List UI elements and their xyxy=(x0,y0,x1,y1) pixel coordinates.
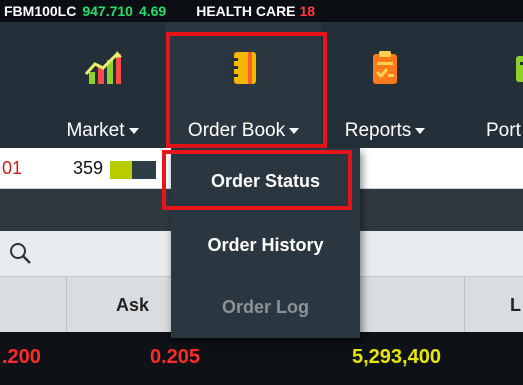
cell-ask: 0.205 xyxy=(150,346,201,368)
row-left-value: 01 xyxy=(2,158,23,178)
chevron-down-icon xyxy=(415,127,426,134)
ticker-change: 4.69 xyxy=(138,3,167,19)
nav-market[interactable]: Market xyxy=(40,22,165,148)
main-nav-bar: Market Order Book Reports Port xyxy=(0,22,523,148)
chevron-down-icon xyxy=(128,127,139,134)
ticker-symbol[interactable]: FBM100LC xyxy=(0,3,76,19)
table-row[interactable]: .200 0.205 5,293,400 xyxy=(0,332,523,385)
column-header-l[interactable]: L xyxy=(510,295,521,316)
ticker-sector-value: 18 xyxy=(299,3,316,19)
report-checklist-icon xyxy=(373,51,397,84)
menu-item-order-history[interactable]: Order History xyxy=(171,220,360,270)
portfolio-icon xyxy=(516,56,523,82)
column-divider xyxy=(464,277,465,333)
market-ticker: FBM100LC 947.710 4.69 HEALTH CARE 18 xyxy=(0,0,523,22)
cell-volume: 5,293,400 xyxy=(352,346,441,368)
qty-bar xyxy=(110,161,156,179)
screenshot-frame: FBM100LC 947.710 4.69 HEALTH CARE 18 Mar… xyxy=(0,0,523,385)
nav-reports-label: Reports xyxy=(344,120,412,141)
nav-portfolio[interactable]: Port xyxy=(480,22,523,148)
order-book-dropdown-menu: Order Status Order History Order Log xyxy=(162,148,360,338)
column-header-ask[interactable]: Ask xyxy=(116,295,149,316)
order-status-highlight xyxy=(162,150,352,210)
search-icon[interactable] xyxy=(8,241,32,265)
row-qty: 359 xyxy=(73,158,104,178)
menu-item-order-log[interactable]: Order Log xyxy=(171,282,360,332)
ticker-value: 947.710 xyxy=(82,3,133,19)
bar-chart-trend-icon xyxy=(84,51,122,84)
cell-value: .200 xyxy=(2,346,41,368)
nav-market-label: Market xyxy=(66,120,125,141)
qty-bar-remainder xyxy=(132,161,156,179)
order-book-highlight xyxy=(166,32,327,148)
nav-portfolio-label: Port xyxy=(486,120,521,141)
ticker-sector[interactable]: HEALTH CARE xyxy=(196,3,295,19)
nav-reports[interactable]: Reports xyxy=(330,22,440,148)
column-divider xyxy=(66,277,67,333)
